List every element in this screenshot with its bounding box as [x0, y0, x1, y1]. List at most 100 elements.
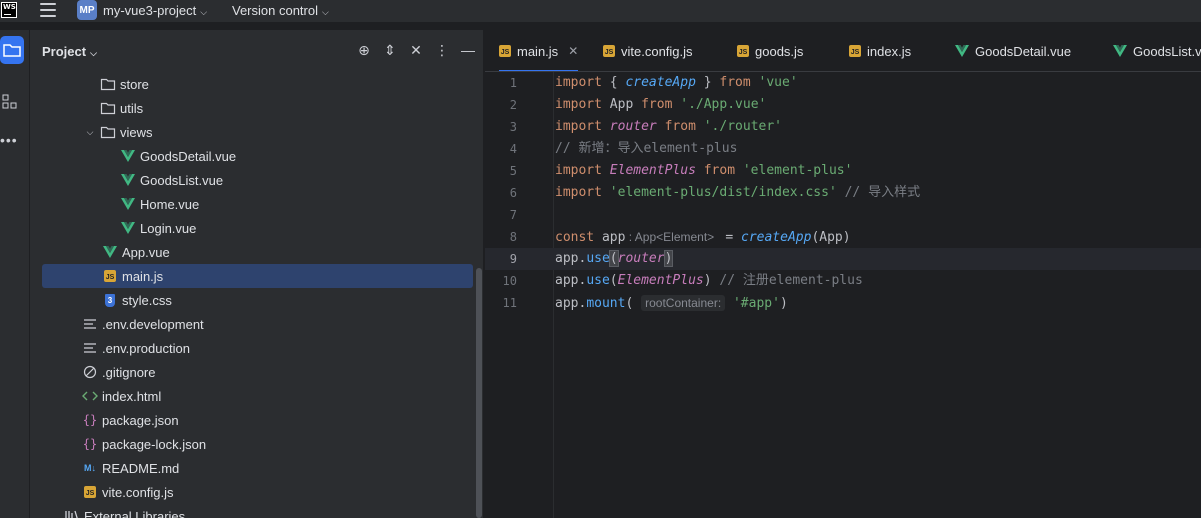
tab-label: vite.config.js [621, 43, 693, 59]
tree-item-package-lock-json[interactable]: {} package-lock.json [30, 432, 483, 456]
tree-item-home-vue[interactable]: Home.vue [30, 192, 483, 216]
line-number: 4 [509, 142, 517, 156]
folder-icon [100, 124, 116, 140]
locate-file-icon[interactable]: ⊕ [356, 42, 372, 58]
tab-goodsdetail-vue[interactable]: GoodsDetail.vue [955, 30, 1071, 71]
code-token: createApp [625, 75, 696, 90]
code-token: ) [663, 250, 674, 267]
tab-vite-config-js[interactable]: JS vite.config.js [603, 30, 693, 71]
tab-main-js[interactable]: JS main.js ✕ [499, 30, 579, 71]
code-line[interactable]: 8 const app : App<Element> = createApp(Ap… [485, 226, 1201, 248]
tree-item-login-vue[interactable]: Login.vue [30, 216, 483, 240]
logo-text: WS [3, 3, 16, 11]
code-line[interactable]: 4 // 新增：导入element-plus [485, 138, 1201, 160]
code-token: from [664, 119, 696, 134]
tree-item-package-json[interactable]: {} package.json [30, 408, 483, 432]
code-line[interactable]: 9 app.use(router) [485, 248, 1201, 270]
code-token: import [555, 185, 602, 200]
code-token: // 新增：导入element-plus [555, 141, 738, 156]
code-line[interactable]: 11 app.mount( rootContainer: '#app') [485, 292, 1201, 314]
project-badge[interactable]: MP [77, 0, 97, 20]
js-file-icon: JS [737, 45, 749, 57]
tab-index-js[interactable]: JS index.js [849, 30, 911, 71]
tree-item-style-css[interactable]: 3 style.css [30, 288, 483, 312]
code-text: const app : App<Element> = createApp(App… [555, 226, 851, 249]
tab-goodslist-vue[interactable]: GoodsList.vue [1113, 30, 1201, 71]
structure-tool-button[interactable] [2, 94, 18, 113]
tree-item-readme-md[interactable]: M↓ README.md [30, 456, 483, 480]
code-token: from [719, 75, 751, 90]
project-selector[interactable]: my-vue3-project ⌵ [103, 3, 207, 18]
vue-file-icon [120, 148, 136, 164]
code-line[interactable]: 2 import App from './App.vue' [485, 94, 1201, 116]
tab-label: goods.js [755, 43, 804, 59]
code-token: ) [779, 296, 788, 311]
tree-item-label: index.html [102, 388, 162, 404]
tree-item-label: utils [120, 100, 144, 116]
tree-item-app-vue[interactable]: App.vue [30, 240, 483, 264]
vue-file-icon [120, 196, 136, 212]
collapse-all-icon[interactable]: ✕ [408, 42, 424, 58]
html-file-icon [82, 388, 98, 404]
tree-item-vite-config-js[interactable]: JS vite.config.js [30, 480, 483, 504]
tree-item-goodslist-vue[interactable]: GoodsList.vue [30, 168, 483, 192]
line-number: 5 [509, 164, 517, 178]
panel-title-label: Project [42, 44, 87, 59]
code-line[interactable]: 10 app.use(ElementPlus) // 注册element-plus [485, 270, 1201, 292]
tab-label: main.js [517, 43, 559, 59]
code-token: use [586, 251, 610, 266]
code-area[interactable]: 1 import { createApp } from 'vue' 2 import … [485, 72, 1201, 518]
js-file-icon: JS [102, 268, 118, 284]
chevron-down-icon: ⌵ [322, 7, 329, 17]
tree-item-goodsdetail-vue[interactable]: GoodsDetail.vue [30, 144, 483, 168]
tree-item-utils[interactable]: utils [30, 96, 483, 120]
tree-item-gitignore[interactable]: .gitignore [30, 360, 483, 384]
code-line[interactable]: 7 [485, 204, 1201, 226]
tree-item-views[interactable]: ⌵ views [30, 120, 483, 144]
tree-item-external-libraries[interactable]: External Libraries [30, 504, 483, 518]
version-control-menu[interactable]: Version control ⌵ [232, 3, 329, 18]
code-token: ) [703, 273, 720, 288]
chevron-down-icon[interactable]: ⌵ [84, 127, 96, 138]
project-panel-title[interactable]: Project ⌵ [42, 44, 97, 59]
line-number: 10 [502, 274, 517, 288]
code-line[interactable]: 3 import router from './router' [485, 116, 1201, 138]
code-token: './router' [703, 119, 783, 134]
code-text: // 新增：导入element-plus [555, 138, 737, 160]
tree-item-main-js[interactable]: JS main.js [42, 264, 473, 288]
code-text: import ElementPlus from 'element-plus' [555, 160, 852, 182]
tree-item-env-development[interactable]: .env.development [30, 312, 483, 336]
tree-item-index-html[interactable]: index.html [30, 384, 483, 408]
code-token: mount [586, 296, 626, 311]
more-tools-icon[interactable]: ••• [0, 132, 18, 148]
hide-panel-icon[interactable]: — [460, 42, 476, 58]
close-tab-icon[interactable]: ✕ [568, 44, 578, 58]
main-menu-icon[interactable] [40, 3, 56, 17]
tree-item-label: style.css [122, 292, 172, 308]
tree-item-store[interactable]: store [30, 72, 483, 96]
expand-all-icon[interactable]: ⇕ [382, 42, 398, 58]
panel-actions: ⊕ ⇕ ✕ ⋮ — [356, 42, 476, 58]
project-tool-button[interactable] [0, 36, 24, 64]
options-menu-icon[interactable]: ⋮ [434, 42, 450, 58]
code-token: } [695, 75, 720, 90]
webstorm-logo-icon[interactable]: WS [1, 2, 17, 18]
code-token: ( [608, 250, 619, 267]
code-line[interactable]: 5 import ElementPlus from 'element-plus' [485, 160, 1201, 182]
code-line[interactable]: 1 import { createApp } from 'vue' [485, 72, 1201, 94]
json-file-icon: {} [82, 413, 98, 427]
line-number: 6 [509, 186, 517, 200]
project-tree-scrollbar[interactable] [476, 268, 482, 518]
library-icon [64, 508, 80, 518]
code-line[interactable]: 6 import 'element-plus/dist/index.css' //… [485, 182, 1201, 204]
tab-goods-js[interactable]: JS goods.js [737, 30, 804, 71]
tree-item-env-production[interactable]: .env.production [30, 336, 483, 360]
code-token: from [703, 163, 736, 178]
text-file-icon [82, 340, 98, 356]
inlay-hint: : App<Element> [625, 230, 718, 244]
